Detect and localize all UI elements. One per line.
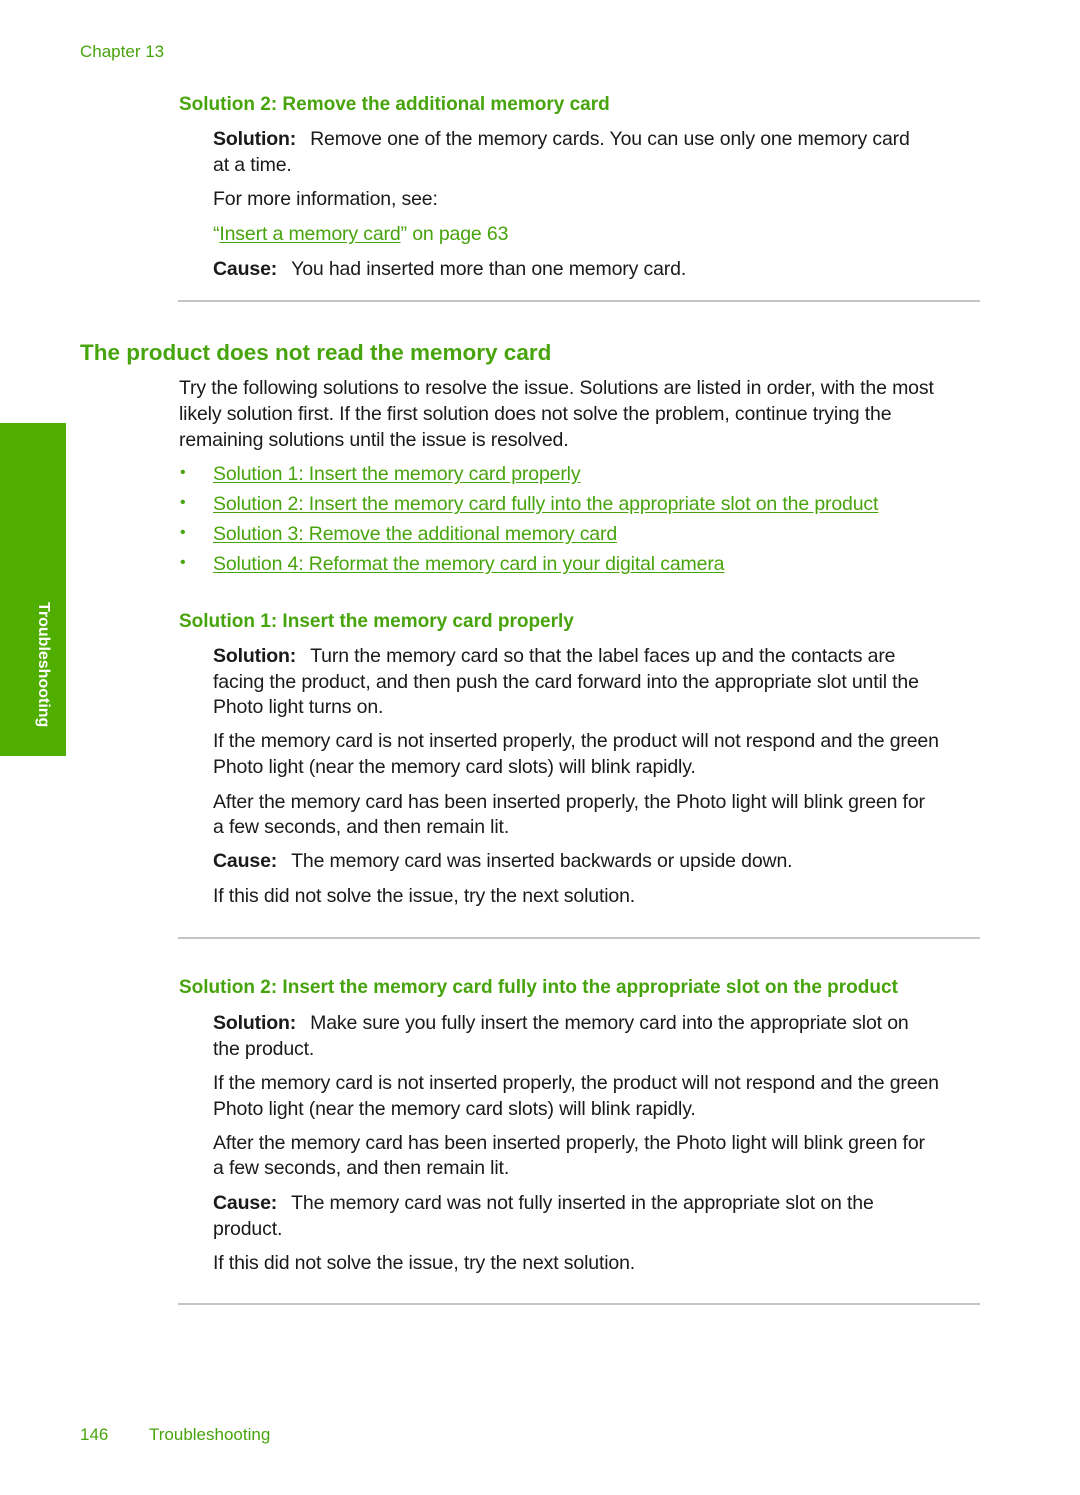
intro-line-2: likely solution first. If the first solu… xyxy=(179,403,892,425)
solution-text: Remove one of the memory cards. You can … xyxy=(310,128,910,150)
xref-page-ref: ” on page 63 xyxy=(400,223,509,245)
solution-2-cause-line1: Cause: The memory card was not fully inse… xyxy=(213,1191,874,1217)
cause-label: Cause: xyxy=(213,850,278,872)
prev-solution-heading: Solution 2: Remove the additional memory… xyxy=(179,94,610,115)
solution-text: Turn the memory card so that the label f… xyxy=(310,645,896,667)
cause-text: You had inserted more than one memory ca… xyxy=(291,258,687,280)
solution-1-para2-line2: Photo light (near the memory card slots)… xyxy=(213,756,696,778)
solution-1-line3: Photo light turns on. xyxy=(213,696,384,718)
solution-2-link[interactable]: Solution 2: Insert the memory card fully… xyxy=(213,492,878,518)
cause-label: Cause: xyxy=(213,258,278,280)
bullet-icon: • xyxy=(180,554,186,571)
divider xyxy=(178,300,980,302)
bullet-icon: • xyxy=(180,524,186,541)
bullet-icon: • xyxy=(180,494,186,511)
solution-2-cause-line2: product. xyxy=(213,1218,283,1240)
cause-text: The memory card was not fully inserted i… xyxy=(291,1192,874,1214)
solution-2-next: If this did not solve the issue, try the… xyxy=(213,1252,636,1274)
solution-2-para2-line2: Photo light (near the memory card slots)… xyxy=(213,1098,696,1120)
cause-text: The memory card was inserted backwards o… xyxy=(291,850,793,872)
intro-line-3: remaining solutions until the issue is r… xyxy=(179,429,569,451)
solution-3-link[interactable]: Solution 3: Remove the additional memory… xyxy=(213,522,617,548)
prev-solution-line1: Solution: Remove one of the memory cards.… xyxy=(213,127,910,153)
solution-2-para2-line1: If the memory card is not inserted prope… xyxy=(213,1072,939,1094)
footer-section: Troubleshooting xyxy=(149,1425,271,1444)
insert-memory-card-link[interactable]: Insert a memory card xyxy=(219,223,400,245)
divider xyxy=(178,937,980,939)
solution-label: Solution: xyxy=(213,1012,297,1034)
prev-cause: Cause: You had inserted more than one mem… xyxy=(213,257,686,283)
solution-1-para2-line1: If the memory card is not inserted prope… xyxy=(213,730,939,752)
solution-2-line1: Solution: Make sure you fully insert the … xyxy=(213,1011,909,1037)
solution-label: Solution: xyxy=(213,645,297,667)
solution-1-line1: Solution: Turn the memory card so that th… xyxy=(213,644,896,670)
solution-1-para3-line1: After the memory card has been inserted … xyxy=(213,791,925,813)
solution-1-line2: facing the product, and then push the ca… xyxy=(213,671,919,693)
cause-label: Cause: xyxy=(213,1192,278,1214)
solution-label: Solution: xyxy=(213,128,297,150)
divider xyxy=(178,1303,980,1305)
chapter-header: Chapter 13 xyxy=(80,42,165,61)
prev-solution-line2: at a time. xyxy=(213,154,292,176)
solution-text: Make sure you fully insert the memory ca… xyxy=(310,1012,909,1034)
side-tab-label: Troubleshooting xyxy=(35,602,52,728)
solution-1-next: If this did not solve the issue, try the… xyxy=(213,885,636,907)
bullet-icon: • xyxy=(180,464,186,481)
more-info-text: For more information, see: xyxy=(213,188,438,210)
solution-1-para3-line2: a few seconds, and then remain lit. xyxy=(213,816,510,838)
solution-2-para3-line1: After the memory card has been inserted … xyxy=(213,1132,925,1154)
section-title: The product does not read the memory car… xyxy=(80,340,552,365)
solution-4-link[interactable]: Solution 4: Reformat the memory card in … xyxy=(213,552,725,578)
intro-line-1: Try the following solutions to resolve t… xyxy=(179,377,934,399)
solution-2-line2: the product. xyxy=(213,1038,315,1060)
solution-2-para3-line2: a few seconds, and then remain lit. xyxy=(213,1157,510,1179)
xref: “Insert a memory card” on page 63 xyxy=(213,222,508,248)
solution-1-heading: Solution 1: Insert the memory card prope… xyxy=(179,611,574,632)
solution-1-cause: Cause: The memory card was inserted backw… xyxy=(213,849,793,875)
page-number: 146 xyxy=(80,1425,109,1444)
solution-2-heading: Solution 2: Insert the memory card fully… xyxy=(179,977,898,998)
solution-1-link[interactable]: Solution 1: Insert the memory card prope… xyxy=(213,462,581,488)
side-tab xyxy=(0,423,66,756)
